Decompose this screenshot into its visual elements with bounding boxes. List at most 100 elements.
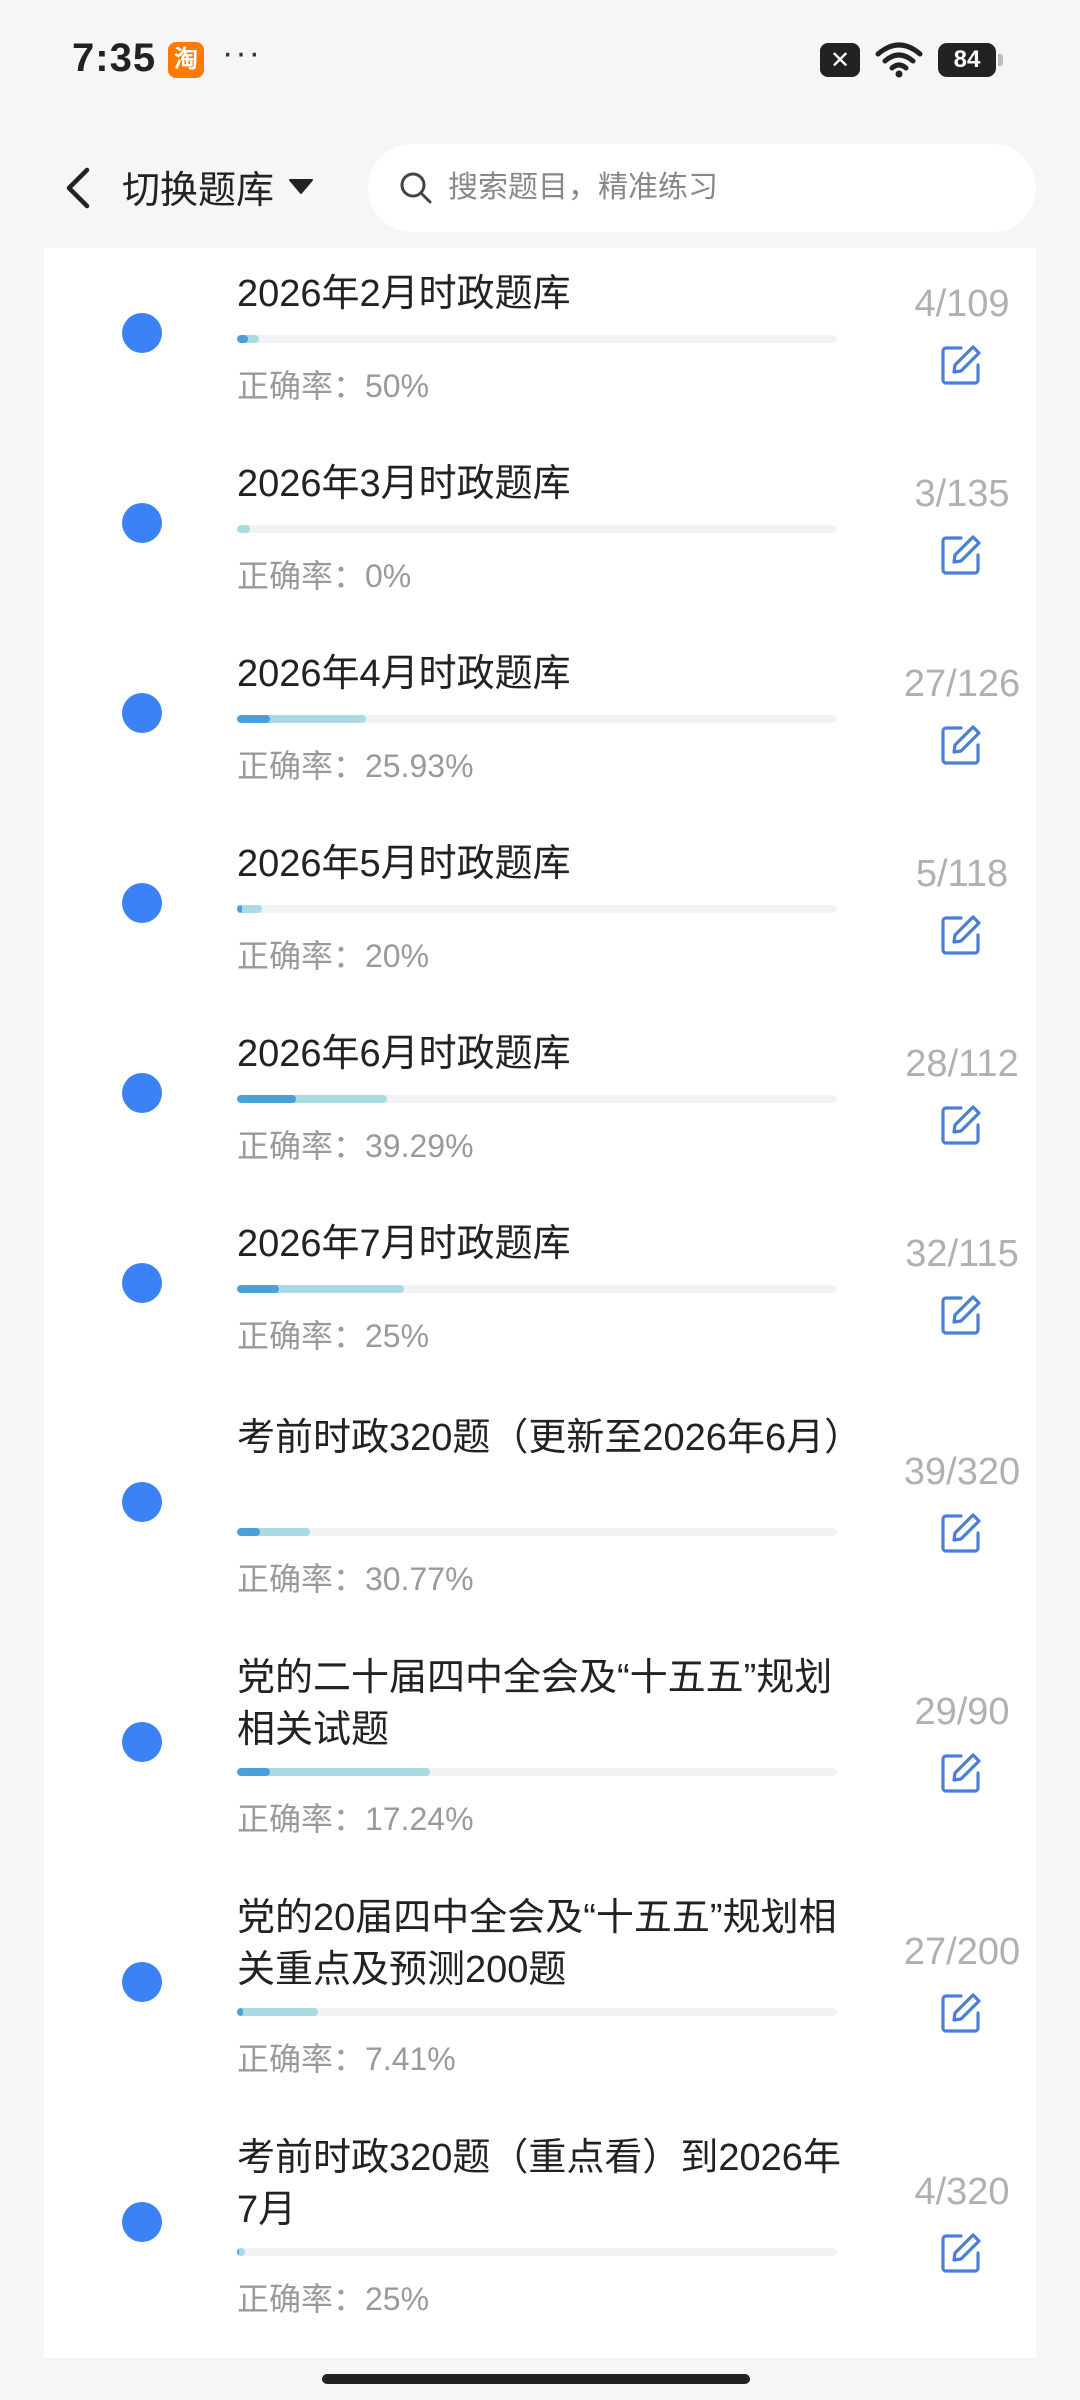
- edit-icon: [941, 1105, 981, 1145]
- edit-icon: [941, 535, 981, 575]
- status-dot: [122, 1263, 162, 1303]
- search-input[interactable]: [446, 170, 1010, 206]
- progress-correct: [237, 1095, 296, 1103]
- status-dot: [122, 693, 162, 733]
- taobao-app-icon: 淘: [168, 42, 204, 78]
- progress-bar: [237, 2008, 837, 2016]
- progress-count: 5/118: [915, 853, 1009, 895]
- switch-bank-dropdown[interactable]: 切换题库: [122, 156, 314, 216]
- bank-title: 党的二十届四中全会及“十五五”规划相关试题: [237, 1657, 833, 1751]
- edit-button[interactable]: [934, 1098, 988, 1152]
- progress-bar: [237, 1285, 837, 1293]
- progress-correct: [237, 905, 243, 913]
- accuracy-text: 正确率：50%: [237, 368, 430, 404]
- edit-icon: [941, 1993, 981, 2033]
- accuracy-text: 正确率：39.29%: [237, 1128, 474, 1164]
- bank-title: 2026年7月时政题库: [237, 1223, 571, 1265]
- status-dot: [122, 1962, 162, 2002]
- top-nav: 切换题库: [0, 126, 1080, 248]
- status-dot: [122, 1722, 162, 1762]
- back-button[interactable]: [48, 158, 108, 218]
- edit-icon: [941, 1295, 981, 1335]
- status-bar: 7:35 淘 ··· ✕ 84: [0, 0, 1080, 126]
- accuracy-text: 正确率：17.24%: [237, 1801, 474, 1837]
- home-indicator[interactable]: [322, 2374, 750, 2384]
- accuracy-text: 正确率：0%: [237, 558, 412, 594]
- bank-title: 2026年3月时政题库: [237, 463, 571, 505]
- progress-count: 27/200: [903, 1931, 1021, 1973]
- switch-bank-label: 切换题库: [122, 169, 275, 212]
- accuracy-text: 正确率：25.93%: [237, 748, 474, 784]
- progress-correct: [237, 1528, 260, 1536]
- status-dot: [122, 503, 162, 543]
- progress-bar: [237, 335, 837, 343]
- progress-correct: [237, 1285, 279, 1293]
- bank-title: 2026年6月时政题库: [237, 1033, 571, 1075]
- edit-icon: [941, 1513, 981, 1553]
- status-dot: [122, 313, 162, 353]
- edit-button[interactable]: [934, 1506, 988, 1560]
- search-bar[interactable]: [368, 144, 1036, 232]
- bank-title: 2026年2月时政题库: [237, 273, 571, 315]
- progress-count: 32/115: [905, 1233, 1019, 1275]
- accuracy-text: 正确率：7.41%: [237, 2041, 456, 2077]
- progress-bar: [237, 905, 837, 913]
- progress-correct: [237, 715, 271, 723]
- accuracy-text: 正确率：30.77%: [237, 1561, 474, 1597]
- edit-button[interactable]: [934, 718, 988, 772]
- edit-button[interactable]: [934, 1746, 988, 1800]
- status-icons: ✕ 84: [820, 40, 1003, 80]
- progress-count: 3/135: [914, 473, 1010, 515]
- progress-bar: [237, 1095, 837, 1103]
- status-dot: [122, 2202, 162, 2242]
- progress-done: [237, 525, 251, 533]
- wifi-icon: [875, 42, 923, 78]
- status-dot: [122, 1482, 162, 1522]
- bank-title: 考前时政320题（重点看）到2026年7月: [237, 2137, 841, 2231]
- bank-title: 党的20届四中全会及“十五五”规划相关重点及预测200题: [237, 1897, 837, 1991]
- more-notifications-icon: ···: [222, 34, 262, 72]
- edit-icon: [941, 2233, 981, 2273]
- progress-correct: [237, 335, 248, 343]
- progress-count: 4/320: [914, 2171, 1010, 2213]
- progress-correct: [237, 1768, 271, 1776]
- progress-count: 39/320: [903, 1451, 1021, 1493]
- edit-button[interactable]: [934, 528, 988, 582]
- bank-title: 2026年5月时政题库: [237, 843, 571, 885]
- progress-bar: [237, 715, 837, 723]
- bank-title: 考前时政320题（更新至2026年6月）: [237, 1417, 863, 1459]
- progress-correct: [237, 2248, 239, 2256]
- progress-bar: [237, 1768, 837, 1776]
- progress-bar: [237, 525, 837, 533]
- status-dot: [122, 1073, 162, 1113]
- edit-icon: [941, 345, 981, 385]
- edit-button[interactable]: [934, 1288, 988, 1342]
- edit-button[interactable]: [934, 908, 988, 962]
- edit-button[interactable]: [934, 2226, 988, 2280]
- edit-icon: [941, 915, 981, 955]
- search-icon: [400, 172, 432, 204]
- edit-button[interactable]: [934, 338, 988, 392]
- progress-correct: [237, 2008, 243, 2016]
- accuracy-text: 正确率：25%: [237, 1318, 430, 1354]
- sim-off-icon: ✕: [820, 43, 860, 77]
- progress-bar: [237, 1528, 837, 1536]
- edit-icon: [941, 725, 981, 765]
- progress-count: 29/90: [914, 1691, 1010, 1733]
- chevron-left-icon: [66, 167, 90, 209]
- accuracy-text: 正确率：25%: [237, 2281, 430, 2317]
- edit-button[interactable]: [934, 1986, 988, 2040]
- progress-count: 27/126: [903, 663, 1021, 705]
- battery-indicator: 84: [938, 43, 1003, 77]
- bank-title: 2026年4月时政题库: [237, 653, 571, 695]
- question-bank-list: 2026年2月时政题库 正确率：50% 4/109 2026年3月时政题库 正确…: [44, 248, 1036, 2358]
- progress-count: 28/112: [905, 1043, 1019, 1085]
- progress-bar: [237, 2248, 837, 2256]
- edit-icon: [941, 1753, 981, 1793]
- status-time: 7:35: [72, 36, 157, 80]
- progress-count: 4/109: [914, 283, 1010, 325]
- progress-done: [237, 2008, 318, 2016]
- accuracy-text: 正确率：20%: [237, 938, 430, 974]
- status-dot: [122, 883, 162, 923]
- caret-down-icon: [289, 179, 314, 194]
